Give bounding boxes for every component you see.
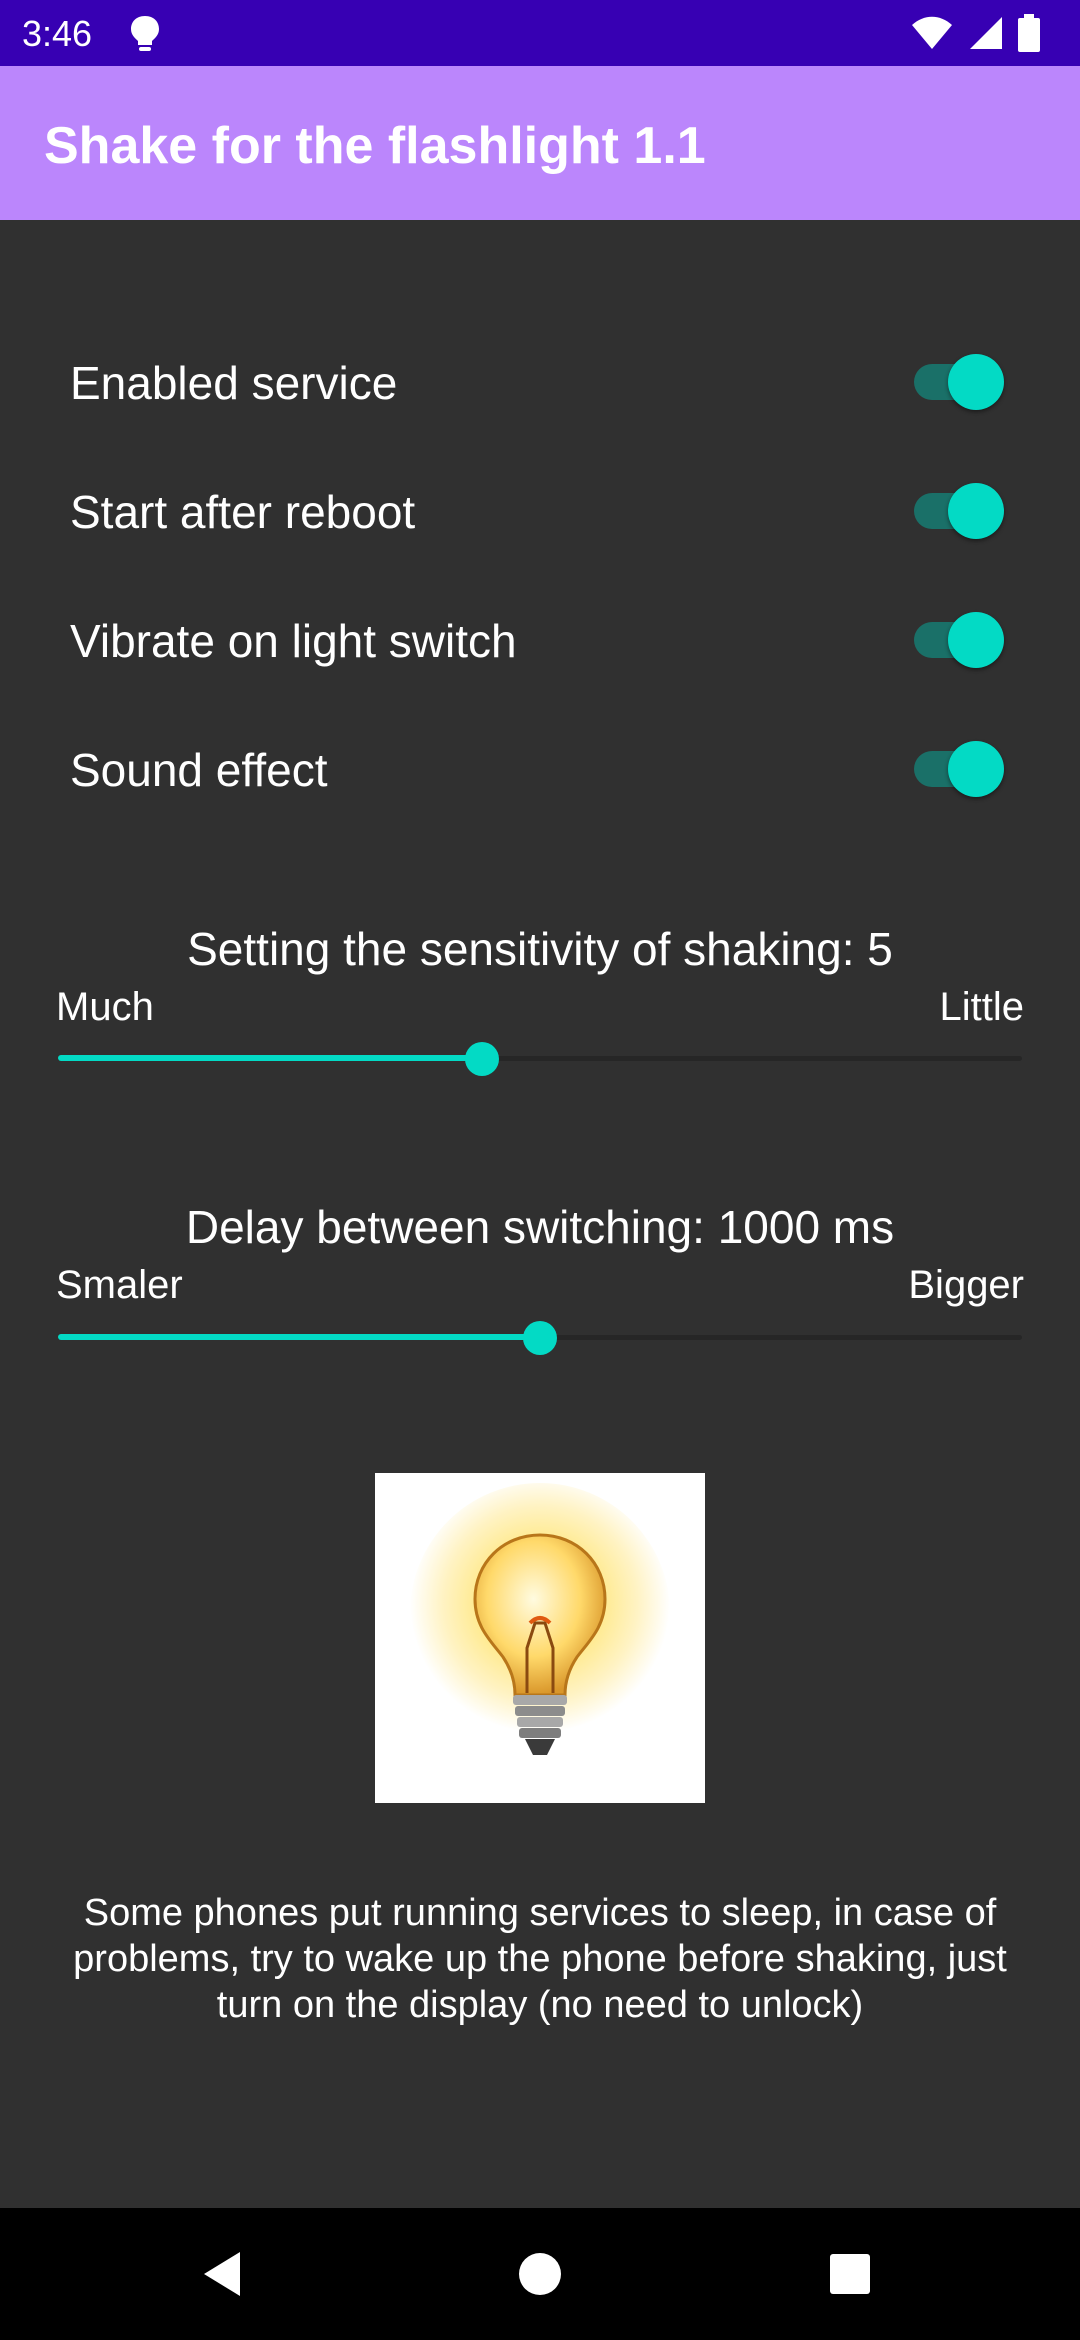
recents-icon[interactable] xyxy=(820,2244,880,2304)
battery-icon xyxy=(1018,14,1040,57)
switch-thumb[interactable] xyxy=(948,483,1004,539)
sensitivity-title: Setting the sensitivity of shaking: 5 xyxy=(187,923,893,975)
setting-vibrate[interactable]: Vibrate on light switch xyxy=(0,584,1080,694)
app-bar: Shake for the flashlight 1.1 xyxy=(0,66,1080,220)
sound-effect-switch[interactable] xyxy=(914,741,1006,797)
app-title: Shake for the flashlight 1.1 xyxy=(44,117,706,175)
slider-fill xyxy=(58,1055,482,1061)
status-time: 3:46 xyxy=(22,13,93,54)
lightbulb-image[interactable] xyxy=(375,1473,705,1803)
vibrate-switch[interactable] xyxy=(914,612,1006,668)
info-note: Some phones put running services to slee… xyxy=(73,1892,1007,2026)
setting-start-after-reboot[interactable]: Start after reboot xyxy=(0,455,1080,565)
status-bar: 3:46 xyxy=(0,0,1080,66)
sensitivity-slider[interactable] xyxy=(58,1038,1022,1078)
switch-thumb[interactable] xyxy=(948,741,1004,797)
setting-enabled-service[interactable]: Enabled service xyxy=(0,326,1080,436)
setting-sound-effect[interactable]: Sound effect xyxy=(0,713,1080,823)
delay-max-label: Bigger xyxy=(908,1263,1024,1307)
back-icon[interactable] xyxy=(196,2244,256,2304)
enabled-service-switch[interactable] xyxy=(914,354,1006,410)
switch-thumb[interactable] xyxy=(948,354,1004,410)
home-icon[interactable] xyxy=(510,2244,570,2304)
sensitivity-min-label: Much xyxy=(56,985,154,1029)
slider-knob[interactable] xyxy=(523,1321,557,1355)
signal-icon xyxy=(968,15,1004,56)
sensitivity-max-label: Little xyxy=(939,985,1025,1029)
status-icons xyxy=(910,14,1040,57)
slider-knob[interactable] xyxy=(465,1042,499,1076)
setting-label: Start after reboot xyxy=(70,486,416,538)
setting-label: Sound effect xyxy=(70,744,328,796)
setting-label: Enabled service xyxy=(70,357,398,409)
wifi-icon xyxy=(910,15,954,56)
navigation-bar xyxy=(0,2208,1080,2340)
slider-fill xyxy=(58,1334,540,1340)
setting-label: Vibrate on light switch xyxy=(70,615,517,667)
start-after-reboot-switch[interactable] xyxy=(914,483,1006,539)
lightbulb-icon xyxy=(128,14,162,57)
switch-thumb[interactable] xyxy=(948,612,1004,668)
delay-slider[interactable] xyxy=(58,1317,1022,1357)
delay-title: Delay between switching: 1000 ms xyxy=(185,1201,895,1253)
delay-min-label: Smaler xyxy=(56,1263,183,1307)
